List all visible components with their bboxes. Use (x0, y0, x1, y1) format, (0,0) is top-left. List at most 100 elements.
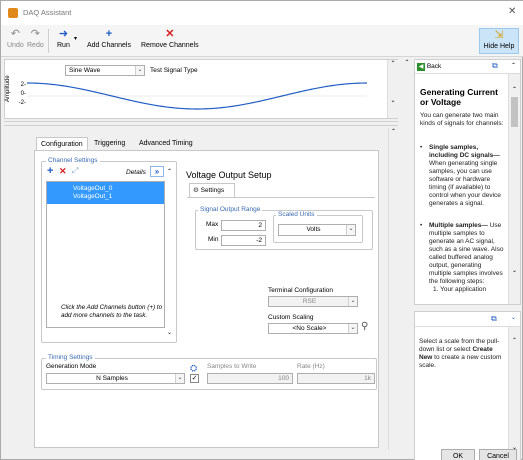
custom-scaling-value: <No Scale> (292, 325, 327, 332)
min-input[interactable]: -2 (221, 235, 266, 246)
rate-label: Rate (Hz) (297, 363, 325, 370)
title-bar: DAQ Assistant ✕ (1, 1, 523, 25)
voltage-output-setup-title: Voltage Output Setup (186, 170, 272, 180)
add-channel-icon[interactable]: + (47, 165, 53, 177)
custom-scaling-label: Custom Scaling (268, 314, 314, 321)
chevron-down-icon[interactable]: ⌄ (167, 329, 172, 336)
scroll-up-icon[interactable]: ⌃ (509, 337, 520, 344)
close-icon[interactable]: ✕ (508, 6, 516, 17)
scale-wizard-icon[interactable]: ⚲ (361, 321, 368, 332)
hide-help-button[interactable]: ⇲ Hide Help (479, 28, 519, 54)
scroll-up-icon[interactable]: ⌃ (389, 128, 398, 135)
y-axis-label: Amplitude (5, 75, 11, 102)
help-divider-line (415, 73, 520, 74)
help-context-scrollbar[interactable]: ⌃ ⌄ (508, 327, 520, 460)
chevron-down-icon: ⌄ (348, 324, 357, 333)
list-item[interactable]: VoltageOut_1 (73, 193, 164, 201)
undo-label: Undo (7, 42, 24, 49)
help-step: 1. Your application (433, 286, 487, 293)
config-scrollbar[interactable]: ⌃ (388, 128, 398, 450)
max-input[interactable]: 2 (221, 220, 266, 231)
help-window-icon[interactable]: ⧉ (491, 314, 497, 324)
sample-clock-checkbox[interactable]: ✓ (190, 374, 199, 383)
remove-channel-icon[interactable]: ✕ (59, 166, 67, 177)
help-heading: Generating Current or Voltage (420, 87, 498, 107)
add-channels-hint: Click the Add Channels button (+) to add… (61, 304, 163, 319)
run-dropdown-icon[interactable]: ▾ (74, 35, 77, 42)
scroll-up-icon[interactable]: ⌃ (402, 59, 412, 66)
bullet-icon: • (420, 144, 423, 151)
bullet-text: When generating single samples, you can … (429, 160, 501, 207)
details-label: Details (126, 169, 146, 176)
redo-button[interactable]: ↷ Redo (27, 28, 44, 49)
channel-settings-caption: Channel Settings (46, 157, 100, 164)
custom-scaling-select[interactable]: <No Scale> ⌄ (268, 323, 358, 334)
settings-tab-label: Settings (200, 187, 225, 194)
max-label: Max (206, 221, 219, 228)
tab-triggering[interactable]: Triggering (90, 137, 129, 151)
bullet-title: Multiple samples— (429, 222, 488, 229)
generation-mode-select[interactable]: N Samples ⌄ (46, 373, 185, 384)
run-button[interactable]: ➜ Run (57, 28, 70, 49)
scaled-units-caption: Scaled Units (276, 211, 317, 218)
run-arrow-icon: ➜ (58, 28, 69, 40)
back-arrow-icon: ◀ (417, 63, 425, 71)
scroll-down-icon[interactable]: ⌄ (388, 97, 398, 104)
bullet-icon: • (420, 222, 423, 229)
channel-list-selection: VoltageOut_0 VoltageOut_1 (47, 182, 164, 204)
details-expand-button[interactable]: » (150, 166, 164, 177)
scaling-help-text: Select a scale from the pull-down list o… (419, 338, 505, 370)
help-divider-line (415, 326, 520, 327)
scroll-up-icon[interactable]: ⌃ (388, 60, 398, 67)
help-window-icon[interactable]: ⧉ (492, 61, 498, 71)
scroll-thumb[interactable] (511, 97, 518, 127)
chevron-down-icon: ⌄ (175, 374, 184, 383)
disable-channel-icon[interactable]: ⤢ (72, 166, 78, 176)
rate-input[interactable]: 1k (297, 373, 375, 384)
tab-configuration[interactable]: Configuration (36, 137, 88, 151)
toolbar-divider (48, 29, 49, 53)
timing-settings-caption: Timing Settings (46, 354, 95, 361)
terminal-configuration-value: RSE (302, 298, 317, 305)
remove-channels-button[interactable]: ✕ Remove Channels (141, 28, 199, 49)
chevron-up-icon[interactable]: ⌃ (167, 168, 172, 175)
terminal-configuration-select[interactable]: RSE ⌄ (268, 296, 358, 307)
scaled-units-select[interactable]: Volts ⌄ (278, 224, 356, 236)
help-scrollbar[interactable]: ⌃ ⌄ (508, 74, 520, 304)
splitter[interactable] (4, 121, 398, 126)
help-arrow-icon: ⇲ (494, 29, 504, 41)
list-item[interactable]: VoltageOut_0 (73, 185, 164, 193)
plot-scrollbar[interactable]: ⌃ ⌄ (387, 60, 398, 118)
min-label: Min (208, 236, 219, 243)
add-channels-button[interactable]: + Add Channels (87, 28, 131, 49)
samples-to-write-input[interactable]: 100 (207, 373, 293, 384)
redo-label: Redo (27, 42, 44, 49)
settings-icon: ⚙ (193, 187, 199, 194)
signal-preview-panel: Sine Wave ⌄ Test Signal Type Amplitude 2… (4, 59, 398, 119)
y-tick: -2- (18, 100, 26, 106)
redo-icon: ↷ (30, 28, 40, 40)
samples-to-write-label: Samples to Write (207, 363, 257, 370)
channel-list[interactable]: VoltageOut_0 VoltageOut_1 Click the Add … (46, 181, 165, 328)
signal-type-select[interactable]: Sine Wave ⌄ (65, 65, 145, 76)
scroll-up-icon[interactable]: ⌃ (509, 86, 520, 93)
ok-button[interactable]: OK (441, 449, 475, 460)
chevron-down-icon: ⌄ (135, 66, 144, 75)
scroll-down-icon[interactable]: ⌄ (509, 267, 520, 274)
help-context-panel: ⧉ ⌄ Select a scale from the pull-down li… (414, 311, 521, 460)
undo-button[interactable]: ↶ Undo (7, 28, 24, 49)
tab-advanced-timing[interactable]: Advanced Timing (135, 137, 197, 151)
signal-type-value: Sine Wave (69, 67, 101, 74)
bullet-title: Single samples, including DC signals— (429, 144, 500, 159)
chevron-up-icon[interactable]: ⌃ (511, 62, 516, 69)
help-panel: ◀ Back ⧉ ⌃ Generating Current or Voltage… (414, 59, 521, 305)
plus-icon: + (105, 28, 113, 40)
chevron-down-icon: ⌄ (346, 225, 355, 235)
tab-settings[interactable]: ⚙ Settings (189, 183, 235, 197)
generation-mode-label: Generation Mode (46, 363, 97, 370)
chevron-down-icon[interactable]: ⌄ (511, 314, 516, 321)
scaled-units-value: Volts (306, 226, 321, 233)
back-label: Back (426, 63, 442, 70)
back-button[interactable]: ◀ Back (417, 62, 447, 72)
cancel-button[interactable]: Cancel (479, 449, 517, 460)
